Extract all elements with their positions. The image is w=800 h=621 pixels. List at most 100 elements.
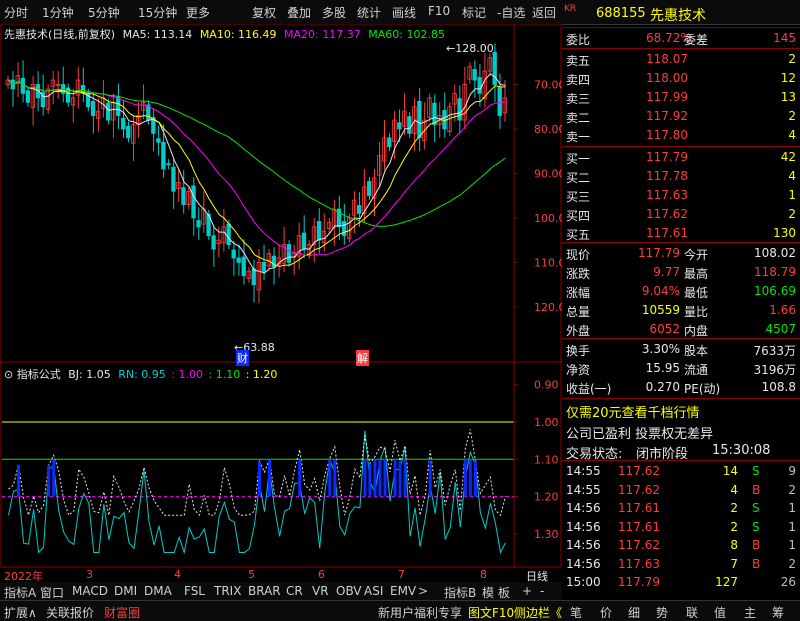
chart-area[interactable]: 120.0 110.0 100.0 90.00 80.00 70.00 1.30 1.20 1.… xyxy=(0,24,562,568)
indicator-tab-13[interactable]: > xyxy=(418,584,428,598)
toolbar-0[interactable]: 分时 xyxy=(4,4,28,21)
panel-switch-7[interactable]: 筹 xyxy=(772,604,784,621)
quote-value: 108.02 xyxy=(754,246,796,260)
candle-body xyxy=(236,257,241,263)
book-row[interactable]: 买二 117.78 4 xyxy=(562,167,800,185)
indicator-tab-5[interactable]: FSL xyxy=(184,584,205,598)
book-row[interactable]: 卖三 117.99 13 xyxy=(562,88,800,106)
quote-value: 9.04% xyxy=(641,284,680,298)
toolbar-4[interactable]: 更多 xyxy=(186,4,210,21)
panel-switch-0[interactable]: 笔 xyxy=(570,604,582,621)
toolbar-right-2[interactable]: 多股 xyxy=(322,4,346,21)
indicator-tab-9[interactable]: VR xyxy=(312,584,329,598)
bottom-tab-0[interactable]: 扩展∧ xyxy=(4,604,37,621)
stats-label: 流通 xyxy=(684,363,709,377)
indicator-tab-17[interactable]: + xyxy=(522,584,532,598)
indicator-tab-11[interactable]: ASI xyxy=(364,584,383,598)
book-volume: 130 xyxy=(773,226,796,240)
quote-value: 117.79 xyxy=(638,246,680,260)
tick-side: B xyxy=(752,556,761,571)
indicator-name[interactable]: 指标公式 xyxy=(17,368,61,381)
panel-switch-4[interactable]: 联 xyxy=(686,604,698,621)
indicator-tab-3[interactable]: DMI xyxy=(114,584,137,598)
candle-body xyxy=(60,84,66,94)
new-user-promo[interactable]: 新用户福利专享 xyxy=(378,604,462,621)
toolbar-right-0[interactable]: 复权 xyxy=(252,4,276,21)
toolbar-3[interactable]: 15分钟 xyxy=(138,4,177,21)
quote-row: 涨幅 9.04% 最低 106.69 xyxy=(562,282,800,300)
indicator-tab-18[interactable]: - xyxy=(540,584,544,598)
book-row[interactable]: 卖二 117.92 2 xyxy=(562,107,800,125)
indicator-tab-12[interactable]: EMV xyxy=(390,584,416,598)
panel-switch-6[interactable]: 主 xyxy=(744,604,756,621)
panel-switch-2[interactable]: 细 xyxy=(628,604,640,621)
toolbar-right-4[interactable]: 画线 xyxy=(392,4,416,21)
indicator-tab-7[interactable]: BRAR xyxy=(248,584,281,598)
tick-row: 14:55 117.62 4 B 2 xyxy=(562,481,800,499)
candle-body xyxy=(161,141,166,170)
candle-body xyxy=(226,223,231,245)
divider xyxy=(562,146,800,147)
book-row[interactable]: 买四 117.62 2 xyxy=(562,205,800,223)
toolbar-1[interactable]: 1分钟 xyxy=(42,4,74,21)
f10-button[interactable]: 图文F10 xyxy=(468,604,514,621)
trade-status-time: 15:30:08 xyxy=(712,443,771,458)
panel-switch-3[interactable]: 势 xyxy=(656,604,668,621)
indicator-tab-1[interactable]: 窗口 xyxy=(40,584,64,601)
indicator-tab-10[interactable]: OBV xyxy=(336,584,362,598)
book-level-label: 卖三 xyxy=(566,92,591,106)
candle-body xyxy=(241,256,246,277)
stats-row: 收益(一) 0.270 PE(动) 108.8 xyxy=(562,378,800,396)
book-row[interactable]: 卖五 118.07 2 xyxy=(562,50,800,68)
bottom-tab-2[interactable]: 财富圈 xyxy=(104,604,140,621)
indicator-tick-label: 0.90 xyxy=(534,379,559,392)
indicator-tab-6[interactable]: TRIX xyxy=(214,584,241,598)
tick-count: 2 xyxy=(788,556,796,571)
bottom-tab-1[interactable]: 关联报价 xyxy=(46,604,94,621)
book-row[interactable]: 卖一 117.80 4 xyxy=(562,126,800,144)
candle-body xyxy=(301,232,307,250)
candle-body xyxy=(191,185,196,219)
divider xyxy=(562,27,800,28)
candle-body xyxy=(251,268,256,286)
toolbar-right-6[interactable]: 标记 xyxy=(462,4,486,21)
quote-label: 涨跌 xyxy=(566,267,591,281)
toolbar-right-7[interactable]: -自选 xyxy=(497,4,525,21)
indicator-tab-8[interactable]: CR xyxy=(286,584,303,598)
unlock-marker[interactable]: 解 xyxy=(356,350,369,366)
book-row[interactable]: 买一 117.79 42 xyxy=(562,148,800,166)
panel-switch-5[interactable]: 值 xyxy=(714,604,726,621)
tick-price: 117.63 xyxy=(618,556,660,571)
indicator-tab-4[interactable]: DMA xyxy=(144,584,172,598)
bottom-bar: 扩展∧ 关联报价 财富圈 新用户福利专享 图文F10 侧边栏《笔 价细势 联值 主筹 xyxy=(0,600,800,621)
weicha-label: 委差 xyxy=(684,33,709,47)
indicator-tab-0[interactable]: 指标A xyxy=(4,584,36,601)
book-row[interactable]: 买三 117.63 1 xyxy=(562,186,800,204)
sidebar-toggle[interactable]: 侧边栏《 xyxy=(514,604,562,621)
tick-count: 1 xyxy=(788,519,796,534)
indicator-tab-16[interactable]: 板 xyxy=(498,584,510,601)
kr-badge: KR xyxy=(564,4,577,14)
promo-level2-text[interactable]: 仅需20元查看千档行情 xyxy=(566,402,700,421)
indicator-tab-15[interactable]: 模 xyxy=(482,584,494,601)
book-price: 118.07 xyxy=(646,52,688,66)
toolbar-right-5[interactable]: F10 xyxy=(428,4,450,18)
book-volume: 2 xyxy=(788,52,796,66)
date-tick-6: 8 xyxy=(480,568,487,581)
financial-marker[interactable]: 财 xyxy=(236,350,249,366)
toolbar-right-3[interactable]: 统计 xyxy=(357,4,381,21)
book-row[interactable]: 买五 117.61 130 xyxy=(562,224,800,242)
toolbar-2[interactable]: 5分钟 xyxy=(88,4,120,21)
weibi-label: 委比 xyxy=(566,33,591,47)
indicator-tab-2[interactable]: MACD xyxy=(72,584,108,598)
book-level-label: 买三 xyxy=(566,190,591,204)
book-level-label: 卖五 xyxy=(566,54,591,68)
toolbar-right-8[interactable]: 返回 xyxy=(532,4,556,21)
indicator-collapse-icon[interactable]: ⊙ xyxy=(4,368,13,381)
toolbar-right-1[interactable]: 叠加 xyxy=(287,4,311,21)
promo-level2[interactable]: 仅需20元查看千档行情 xyxy=(562,400,800,421)
book-row[interactable]: 卖四 118.00 12 xyxy=(562,69,800,87)
indicator-tab-14[interactable]: 指标B xyxy=(444,584,476,601)
panel-switch-1[interactable]: 价 xyxy=(600,604,612,621)
indicator-bj: BJ: 1.05 xyxy=(68,368,111,381)
